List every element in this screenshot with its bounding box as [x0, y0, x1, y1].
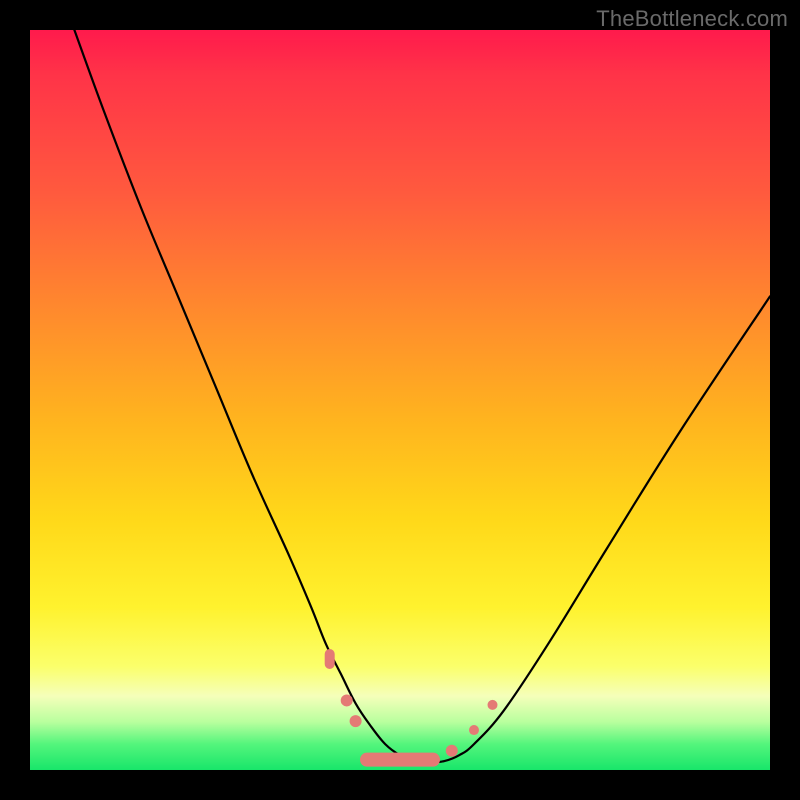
plot-area: [30, 30, 770, 770]
curve-marker-dot: [341, 694, 353, 706]
chart-svg: [30, 30, 770, 770]
chart-frame: TheBottleneck.com: [0, 0, 800, 800]
curve-marker-dot: [488, 700, 498, 710]
watermark-text: TheBottleneck.com: [596, 6, 788, 32]
curve-marker-pill: [325, 649, 335, 669]
curve-marker-dot: [469, 725, 479, 735]
markers-group: [325, 649, 498, 767]
curve-marker-dot: [446, 745, 458, 757]
curve-marker-dot: [350, 715, 362, 727]
curve-marker-pill: [360, 753, 440, 767]
curve-line: [74, 30, 770, 763]
